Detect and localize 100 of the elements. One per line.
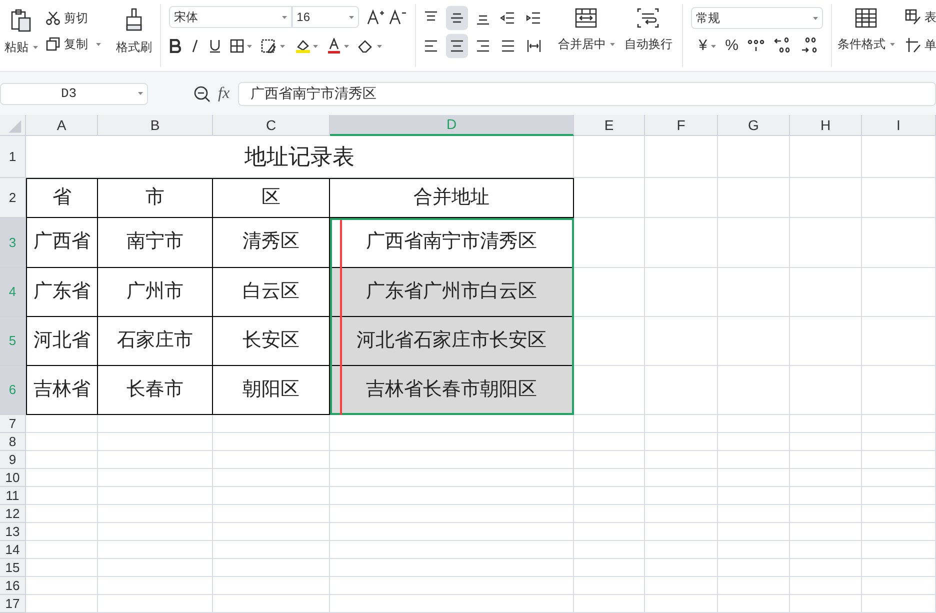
align-center-button[interactable] [446,34,468,58]
empty-cell[interactable] [790,541,862,559]
empty-cell[interactable] [330,523,574,541]
percent-button[interactable]: % [725,34,738,58]
empty-cell[interactable] [862,415,936,433]
empty-cell[interactable] [645,136,718,178]
empty-cell[interactable] [718,317,790,366]
empty-cell[interactable] [213,451,330,469]
row-header[interactable]: 15 [0,559,26,577]
empty-cell[interactable] [330,433,574,451]
wrap-text-button[interactable]: 自动换行 [618,0,678,71]
row-header[interactable]: 9 [0,451,26,469]
empty-cell[interactable] [574,178,645,218]
row-header[interactable]: 16 [0,577,26,595]
empty-cell[interactable] [790,505,862,523]
column-header[interactable]: F [645,115,718,136]
empty-cell[interactable] [790,317,862,366]
empty-cell[interactable] [718,487,790,505]
empty-cell[interactable] [718,415,790,433]
empty-cell[interactable] [790,136,862,178]
empty-cell[interactable] [862,433,936,451]
empty-cell[interactable] [790,433,862,451]
empty-cell[interactable] [862,541,936,559]
empty-cell[interactable] [718,559,790,577]
empty-cell[interactable] [645,541,718,559]
empty-cell[interactable] [790,415,862,433]
empty-cell[interactable] [790,218,862,268]
empty-cell[interactable] [98,559,213,577]
empty-cell[interactable] [862,505,936,523]
empty-cell[interactable] [574,523,645,541]
empty-cell[interactable] [645,178,718,218]
name-box[interactable]: D3 [0,82,148,104]
empty-cell[interactable] [645,559,718,577]
empty-cell[interactable] [213,577,330,595]
empty-cell[interactable] [574,487,645,505]
empty-cell[interactable] [574,451,645,469]
empty-cell[interactable] [862,577,936,595]
empty-cell[interactable] [98,523,213,541]
currency-button[interactable]: ¥ [698,34,716,58]
empty-cell[interactable] [330,451,574,469]
empty-cell[interactable] [645,268,718,317]
paste-button[interactable]: 粘贴 [4,4,38,64]
empty-cell[interactable] [790,469,862,487]
row-header[interactable]: 17 [0,595,26,613]
empty-cell[interactable] [213,505,330,523]
column-header[interactable]: G [718,115,790,136]
cell-style-button[interactable]: 单 [904,36,936,54]
table-style-button[interactable]: 表 [904,8,936,26]
empty-cell[interactable] [574,136,645,178]
empty-cell[interactable] [790,451,862,469]
empty-cell[interactable] [330,487,574,505]
empty-cell[interactable] [790,559,862,577]
empty-cell[interactable] [718,577,790,595]
empty-cell[interactable] [645,523,718,541]
empty-cell[interactable] [645,595,718,613]
empty-cell[interactable] [330,541,574,559]
row-header[interactable]: 8 [0,433,26,451]
empty-cell[interactable] [790,595,862,613]
empty-cell[interactable] [213,559,330,577]
row-header[interactable]: 14 [0,541,26,559]
empty-cell[interactable] [862,317,936,366]
empty-cell[interactable] [790,366,862,415]
empty-cell[interactable] [862,523,936,541]
empty-cell[interactable] [330,469,574,487]
empty-cell[interactable] [98,451,213,469]
empty-cell[interactable] [574,505,645,523]
font-size-dropdown[interactable]: 16 [292,6,359,28]
empty-cell[interactable] [862,487,936,505]
empty-cell[interactable] [645,505,718,523]
empty-cell[interactable] [213,433,330,451]
empty-cell[interactable] [718,218,790,268]
empty-cell[interactable] [574,559,645,577]
empty-cell[interactable] [718,541,790,559]
empty-cell[interactable] [790,577,862,595]
column-header[interactable]: A [26,115,98,136]
empty-cell[interactable] [862,218,936,268]
empty-cell[interactable] [330,559,574,577]
row-header[interactable]: 1 [0,136,26,178]
column-header[interactable]: E [574,115,645,136]
empty-cell[interactable] [330,505,574,523]
empty-cell[interactable] [98,541,213,559]
empty-cell[interactable] [718,268,790,317]
empty-cell[interactable] [98,487,213,505]
number-format-dropdown[interactable]: 常规 [690,7,823,29]
empty-cell[interactable] [213,469,330,487]
row-header[interactable]: 13 [0,523,26,541]
row-header[interactable]: 12 [0,505,26,523]
empty-cell[interactable] [862,366,936,415]
column-header[interactable]: H [790,115,862,136]
empty-cell[interactable] [862,469,936,487]
column-header[interactable]: B [98,115,213,136]
row-header[interactable]: 7 [0,415,26,433]
font-dropdown[interactable]: 宋体 [168,6,292,28]
align-middle-button[interactable] [446,6,468,30]
empty-cell[interactable] [574,577,645,595]
empty-cell[interactable] [718,136,790,178]
empty-cell[interactable] [862,451,936,469]
column-header[interactable]: C [213,115,330,136]
empty-cell[interactable] [574,595,645,613]
row-header[interactable]: 2 [0,178,26,218]
